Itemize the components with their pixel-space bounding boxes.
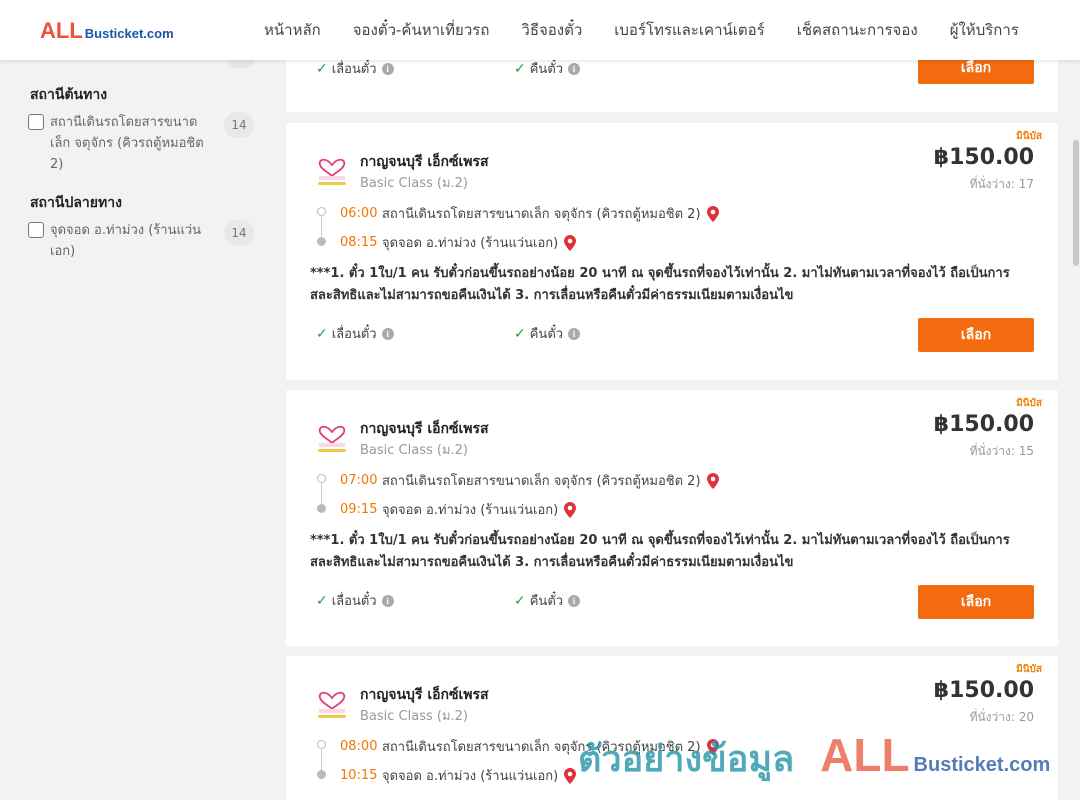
arrival-time: 10:15 <box>340 768 378 783</box>
arrival-dot <box>317 237 326 246</box>
arrival-row: 08:15 จุดจอด อ.ท่าม่วง (ร้านแว่นเอก) <box>340 232 577 253</box>
seats-available: ที่นั่งว่าง: 15 <box>969 444 1034 458</box>
map-pin-icon[interactable] <box>564 234 577 251</box>
nav-check-status[interactable]: เช็คสถานะการจอง <box>781 18 934 42</box>
change-ticket-label: เลื่อนตั๋ว <box>331 62 377 77</box>
trip-remark: ***1. ตั๋ว 1ใบ/1 คน รับตั๋วก่อนขึ้นรถอย่… <box>310 266 1010 303</box>
select-button[interactable]: เลือก <box>918 318 1034 352</box>
map-pin-icon[interactable] <box>706 738 719 755</box>
arrival-row: 10:15 จุดจอด อ.ท่าม่วง (ร้านแว่นเอก) <box>340 765 577 786</box>
nav-operators[interactable]: ผู้ให้บริการ <box>934 18 1035 42</box>
info-icon[interactable]: i <box>381 327 394 340</box>
departure-row: 07:00 สถานีเดินรถโดยสารขนาดเล็ก จตุจักร … <box>340 470 719 491</box>
nav-book-search[interactable]: จองตั๋ว-ค้นหาเที่ยวรถ <box>337 18 506 42</box>
arrival-row: 09:15 จุดจอด อ.ท่าม่วง (ร้านแว่นเอก) <box>340 499 577 520</box>
logo-busticket-text: Busticket.com <box>84 26 174 41</box>
arrival-dot <box>317 504 326 513</box>
change-ticket-label: เลื่อนตั๋ว <box>331 327 377 342</box>
check-icon: ✓ <box>514 325 526 342</box>
minibus-tag: มินิบัส <box>1016 664 1042 675</box>
refund-ticket-label: คืนตั๋ว <box>529 62 564 77</box>
departure-time: 07:00 <box>340 473 378 488</box>
trip-remark: ***1. ตั๋ว 1ใบ/1 คน รับตั๋วก่อนขึ้นรถอย่… <box>310 533 1010 570</box>
service-class: Basic Class (ม.2) <box>360 709 468 724</box>
ticket-price: ฿150.00 <box>933 678 1034 703</box>
trip-card: มินิบัส กาญจนบุรี เอ็กซ์เพรส Basic Class… <box>286 656 1058 800</box>
origin-checkbox[interactable] <box>28 114 44 130</box>
operator-name: กาญจนบุรี เอ็กซ์เพรส <box>360 421 489 437</box>
change-ticket-policy: ✓ เลื่อนตั๋ว i <box>316 323 394 344</box>
origin-count-badge: 14 <box>224 112 254 138</box>
ticket-price: ฿150.00 <box>933 412 1034 437</box>
ticket-price: ฿150.00 <box>933 145 1034 170</box>
origin-filter-title: สถานีต้นทาง <box>30 87 108 103</box>
check-icon: ✓ <box>316 60 328 77</box>
departure-time: 08:00 <box>340 739 378 754</box>
departure-station: สถานีเดินรถโดยสารขนาดเล็ก จตุจักร (คิวรถ… <box>382 474 701 489</box>
site-logo[interactable]: ALL Busticket.com <box>40 18 174 44</box>
destination-count-badge: 14 <box>224 220 254 246</box>
operator-name: กาญจนบุรี เอ็กซ์เพรส <box>360 154 489 170</box>
refund-ticket-label: คืนตั๋ว <box>529 327 564 342</box>
check-icon: ✓ <box>514 60 526 77</box>
logo-all-text: ALL <box>40 18 83 43</box>
refund-ticket-policy: ✓ คืนตั๋ว i <box>514 58 581 79</box>
departure-row: 06:00 สถานีเดินรถโดยสารขนาดเล็ก จตุจักร … <box>340 203 719 224</box>
check-icon: ✓ <box>316 592 328 609</box>
refund-ticket-policy: ✓ คืนตั๋ว i <box>514 590 581 611</box>
nav-phone-counter[interactable]: เบอร์โทรและเคาน์เตอร์ <box>598 18 780 42</box>
change-ticket-label: เลื่อนตั๋ว <box>331 594 377 609</box>
seats-available: ที่นั่งว่าง: 17 <box>969 177 1034 191</box>
info-icon[interactable]: i <box>568 327 581 340</box>
arrival-dot <box>317 770 326 779</box>
departure-station: สถานีเดินรถโดยสารขนาดเล็ก จตุจักร (คิวรถ… <box>382 207 701 222</box>
nav-how-to-book[interactable]: วิธีจองตั๋ว <box>505 18 598 42</box>
main-nav: หน้าหลัก จองตั๋ว-ค้นหาเที่ยวรถ วิธีจองตั… <box>248 0 1035 60</box>
refund-ticket-policy: ✓ คืนตั๋ว i <box>514 323 581 344</box>
service-class: Basic Class (ม.2) <box>360 176 468 191</box>
arrival-station: จุดจอด อ.ท่าม่วง (ร้านแว่นเอก) <box>382 769 559 784</box>
map-pin-icon[interactable] <box>706 205 719 222</box>
origin-filter-option[interactable]: สถานีเดินรถโดยสารขนาดเล็ก จตุจักร (คิวรถ… <box>28 112 258 175</box>
info-icon[interactable]: i <box>381 594 394 607</box>
change-ticket-policy: ✓ เลื่อนตั๋ว i <box>316 590 394 611</box>
nav-home[interactable]: หน้าหลัก <box>248 18 337 42</box>
destination-filter-title: สถานีปลายทาง <box>30 195 122 211</box>
check-icon: ✓ <box>316 325 328 342</box>
origin-option-label: สถานีเดินรถโดยสารขนาดเล็ก จตุจักร (คิวรถ… <box>50 115 204 172</box>
operator-logo-icon <box>318 691 346 718</box>
seats-available: ที่นั่งว่าง: 20 <box>969 710 1034 724</box>
departure-row: 08:00 สถานีเดินรถโดยสารขนาดเล็ก จตุจักร … <box>340 736 719 757</box>
map-pin-icon[interactable] <box>564 501 577 518</box>
info-icon[interactable]: i <box>568 62 581 75</box>
info-icon[interactable]: i <box>568 594 581 607</box>
departure-station: สถานีเดินรถโดยสารขนาดเล็ก จตุจักร (คิวรถ… <box>382 740 701 755</box>
operator-name: กาญจนบุรี เอ็กซ์เพรส <box>360 687 489 703</box>
arrival-station: จุดจอด อ.ท่าม่วง (ร้านแว่นเอก) <box>382 503 559 518</box>
map-pin-icon[interactable] <box>706 472 719 489</box>
service-class: Basic Class (ม.2) <box>360 443 468 458</box>
arrival-time: 08:15 <box>340 235 378 250</box>
minibus-tag: มินิบัส <box>1016 131 1042 142</box>
operator-logo-icon <box>318 158 346 185</box>
select-button[interactable]: เลือก <box>918 585 1034 619</box>
destination-option-label: จุดจอด อ.ท่าม่วง (ร้านแว่นเอก) <box>50 223 202 259</box>
arrival-station: จุดจอด อ.ท่าม่วง (ร้านแว่นเอก) <box>382 236 559 251</box>
arrival-time: 09:15 <box>340 502 378 517</box>
minibus-tag: มินิบัส <box>1016 398 1042 409</box>
page-scrollbar-thumb[interactable] <box>1073 140 1079 266</box>
trip-card: มินิบัส กาญจนบุรี เอ็กซ์เพรส Basic Class… <box>286 123 1058 380</box>
departure-time: 06:00 <box>340 206 378 221</box>
refund-ticket-label: คืนตั๋ว <box>529 594 564 609</box>
check-icon: ✓ <box>514 592 526 609</box>
change-ticket-policy: ✓ เลื่อนตั๋ว i <box>316 58 394 79</box>
destination-filter-option[interactable]: จุดจอด อ.ท่าม่วง (ร้านแว่นเอก) 14 <box>28 220 258 262</box>
map-pin-icon[interactable] <box>564 767 577 784</box>
operator-logo-icon <box>318 425 346 452</box>
trip-card: มินิบัส กาญจนบุรี เอ็กซ์เพรส Basic Class… <box>286 390 1058 646</box>
filter-sidebar: สถานีต้นทาง สถานีเดินรถโดยสารขนาดเล็ก จต… <box>0 54 270 800</box>
info-icon[interactable]: i <box>381 62 394 75</box>
destination-checkbox[interactable] <box>28 222 44 238</box>
top-header: ALL Busticket.com หน้าหลัก จองตั๋ว-ค้นหา… <box>0 0 1080 60</box>
